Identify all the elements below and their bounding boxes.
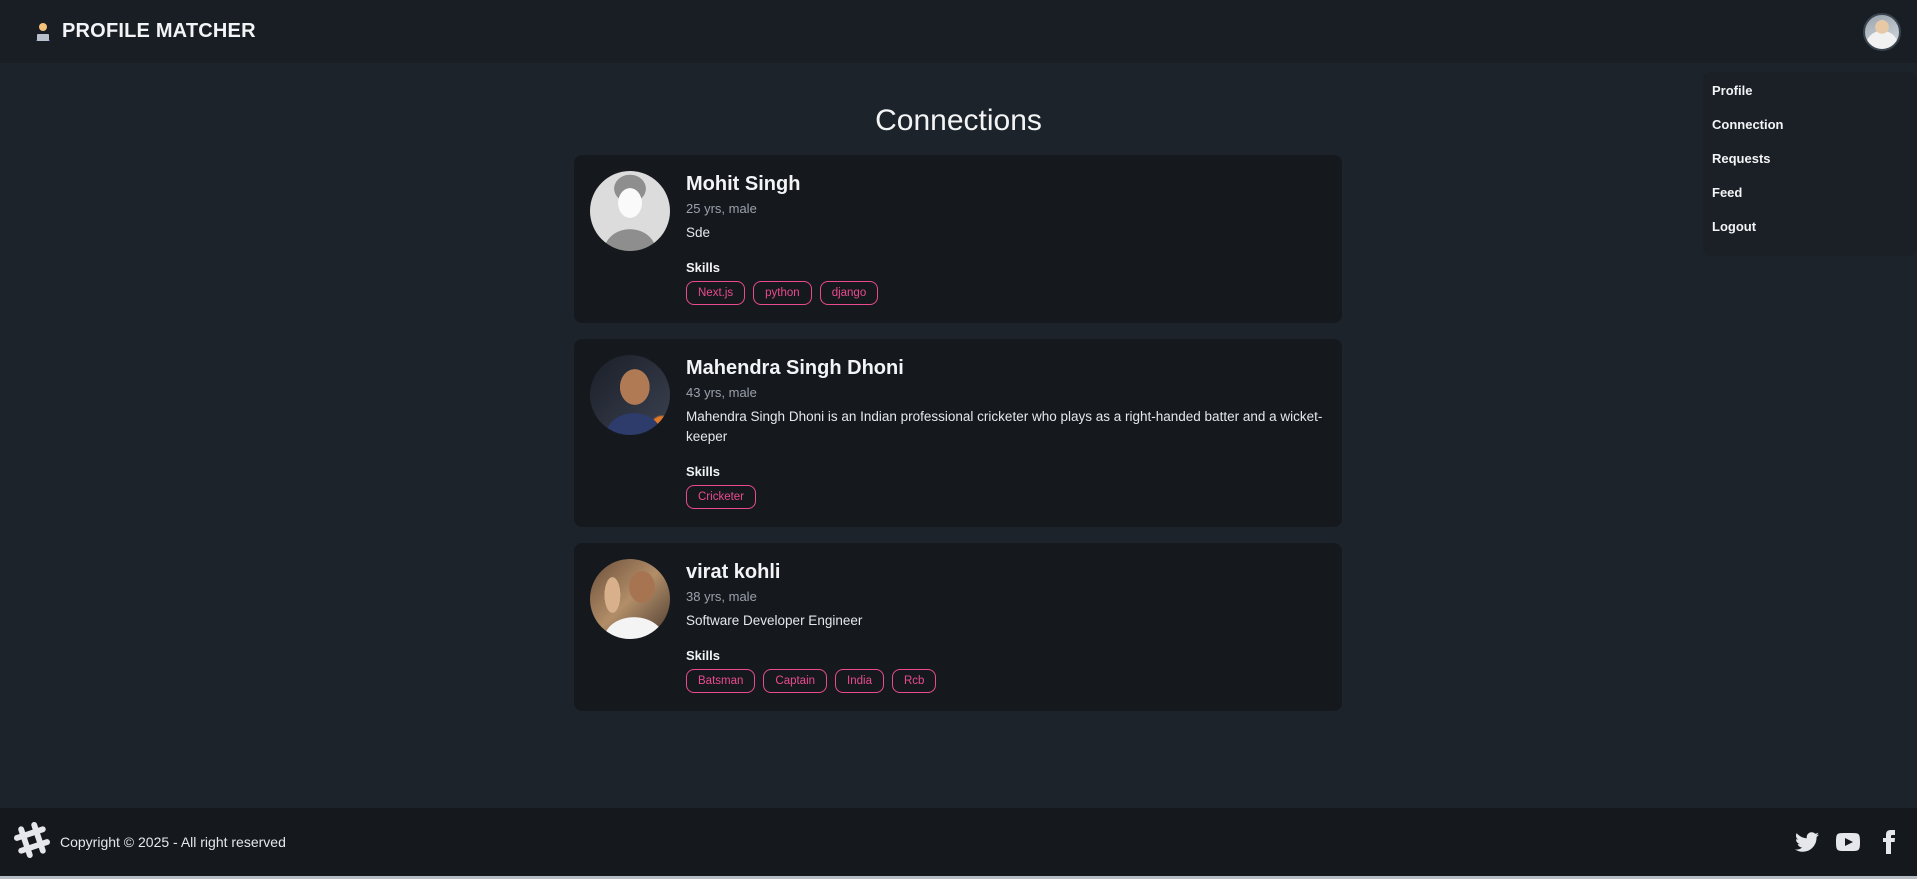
connection-card: Mohit Singh 25 yrs, male Sde Skills Next… xyxy=(574,155,1342,323)
page-title: Connections xyxy=(875,104,1042,137)
footer: Copyright © 2025 - All right reserved xyxy=(0,808,1917,876)
skill-badge: Rcb xyxy=(891,669,937,693)
youtube-icon[interactable] xyxy=(1835,830,1861,854)
hashtag-icon xyxy=(14,821,51,863)
skills-list: Next.js python django xyxy=(686,281,1326,305)
connection-avatar xyxy=(590,171,670,251)
menu-item-feed[interactable]: Feed xyxy=(1703,176,1917,210)
connection-about: Software Developer Engineer xyxy=(686,613,863,628)
skill-badge: Captain xyxy=(763,669,828,693)
skill-badge: Batsman xyxy=(686,669,756,693)
user-avatar-button[interactable] xyxy=(1863,12,1901,51)
developer-emoji-icon xyxy=(32,21,54,43)
menu-item-requests[interactable]: Requests xyxy=(1703,142,1917,176)
skills-label: Skills xyxy=(686,464,720,479)
connection-card: virat kohli 38 yrs, male Software Develo… xyxy=(574,543,1342,711)
connection-age-gender: 38 yrs, male xyxy=(686,589,757,604)
menu-item-profile[interactable]: Profile xyxy=(1703,74,1917,108)
skill-badge: Next.js xyxy=(686,281,746,305)
connection-name: Mahendra Singh Dhoni xyxy=(686,357,904,379)
connection-card: Mahendra Singh Dhoni 43 yrs, male Mahend… xyxy=(574,339,1342,527)
connection-name: Mohit Singh xyxy=(686,173,801,195)
brand-title: PROFILE MATCHER xyxy=(62,20,256,42)
connection-about: Mahendra Singh Dhoni is an Indian profes… xyxy=(686,409,1323,444)
skill-badge: python xyxy=(753,281,812,305)
user-dropdown-menu: Profile Connection Requests Feed Logout xyxy=(1703,72,1917,256)
connection-age-gender: 43 yrs, male xyxy=(686,385,757,400)
skill-badge: India xyxy=(835,669,884,693)
connection-age-gender: 25 yrs, male xyxy=(686,201,757,216)
skills-label: Skills xyxy=(686,260,720,275)
connection-name: virat kohli xyxy=(686,561,781,583)
skill-badge: Cricketer xyxy=(686,485,757,509)
connection-avatar xyxy=(590,559,670,639)
skills-list: Cricketer xyxy=(686,485,1326,509)
skills-label: Skills xyxy=(686,648,720,663)
facebook-icon[interactable] xyxy=(1877,830,1901,854)
skill-badge: django xyxy=(819,281,879,305)
connection-about: Sde xyxy=(686,225,711,240)
connection-avatar xyxy=(590,355,670,435)
skills-list: Batsman Captain India Rcb xyxy=(686,669,1326,693)
copyright-text: Copyright © 2025 - All right reserved xyxy=(60,834,286,850)
brand-link[interactable]: PROFILE MATCHER xyxy=(32,20,256,43)
menu-item-logout[interactable]: Logout xyxy=(1703,210,1917,244)
twitter-icon[interactable] xyxy=(1795,830,1819,854)
navbar: PROFILE MATCHER xyxy=(0,0,1917,63)
